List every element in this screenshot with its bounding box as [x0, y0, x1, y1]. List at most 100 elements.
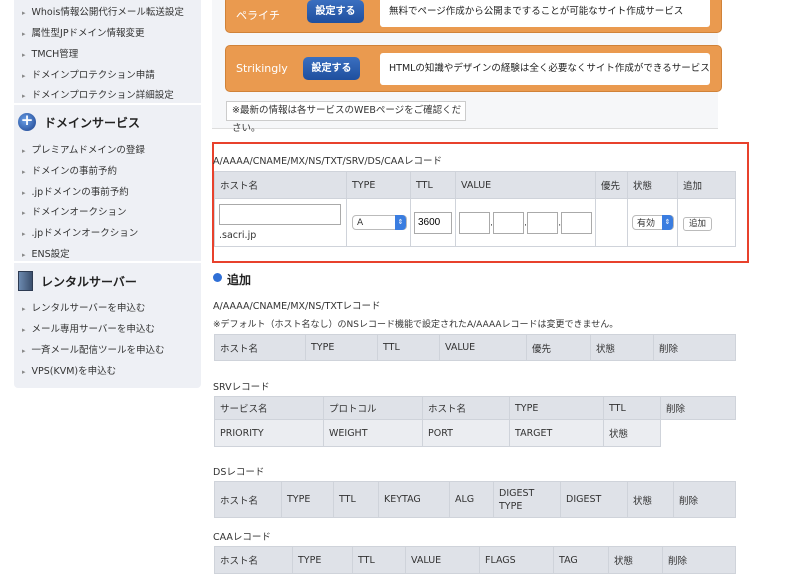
col-type: TYPE	[281, 481, 334, 518]
col-priority: 優先	[595, 171, 628, 199]
caa-records-table: ホスト名 TYPE TTL VALUE FLAGS TAG 状態 削除	[214, 546, 736, 574]
srv-records-title: SRVレコード	[213, 382, 270, 393]
col-host: ホスト名	[422, 396, 510, 420]
add-button[interactable]: 追加	[683, 216, 713, 231]
a-records-title: A/AAAA/CNAME/MX/NS/TXTレコード	[213, 301, 381, 312]
sidebar-item-jp-attr-change[interactable]: 属性型JPドメイン情報変更	[22, 25, 145, 39]
section-domain-service: ドメインサービス	[18, 111, 141, 131]
col-type: TYPE	[509, 396, 604, 420]
status-value: 有効	[637, 219, 656, 229]
section-rental-server: レンタルサーバー	[18, 271, 137, 291]
col-delete: 削除	[660, 396, 736, 420]
col-ttl: TTL	[377, 334, 440, 361]
col-ttl: TTL	[603, 396, 661, 420]
records-heading: 追加	[227, 273, 252, 287]
col-value: VALUE	[439, 334, 527, 361]
service-name: ペライチ	[236, 9, 280, 22]
section-title: ドメインサービス	[44, 115, 141, 130]
service-description: 無料でページ作成から公開まですることが可能なサイト作成サービス	[380, 0, 710, 27]
sidebar-item-jp-auction[interactable]: .jpドメインオークション	[22, 225, 139, 239]
col-status: 状態	[608, 546, 663, 574]
type-select[interactable]: A ⇕	[352, 215, 407, 230]
col-delete: 削除	[653, 334, 736, 361]
sidebar-item-premium[interactable]: プレミアムドメインの登録	[22, 142, 145, 156]
sidebar: Whois情報公開代行メール転送設定 属性型JPドメイン情報変更 TMCH管理 …	[14, 0, 201, 388]
divider	[14, 103, 201, 105]
a-records-note: ※デフォルト（ホスト名なし）のNSレコード機能で設定されたA/AAAAレコードは…	[213, 320, 619, 330]
col-delete: 削除	[662, 546, 736, 574]
col-flags: FLAGS	[479, 546, 554, 574]
col-tag: TAG	[553, 546, 609, 574]
sidebar-item-whois-forward[interactable]: Whois情報公開代行メール転送設定	[22, 4, 184, 18]
a-records-table: ホスト名 TYPE TTL VALUE 優先 状態 削除	[214, 334, 736, 361]
col-type: TYPE	[292, 546, 353, 574]
sidebar-item-rental-server[interactable]: レンタルサーバーを申込む	[22, 300, 146, 314]
ip-part-3[interactable]	[527, 211, 559, 234]
priority-cell	[595, 198, 628, 247]
caa-records-title: CAAレコード	[213, 532, 271, 543]
chevron-updown-icon: ⇕	[395, 215, 406, 230]
add-form-title: A/AAAA/CNAME/MX/NS/TXT/SRV/DS/CAAレコード	[213, 156, 442, 167]
service-name: Strikingly	[236, 62, 288, 75]
sidebar-item-protection-detail[interactable]: ドメインプロテクション詳細設定	[22, 87, 174, 101]
server-icon	[18, 271, 33, 291]
sidebar-item-auction[interactable]: ドメインオークション	[22, 204, 127, 218]
ttl-input[interactable]	[414, 211, 452, 234]
col-add: 追加	[677, 171, 736, 199]
sidebar-item-ens[interactable]: ENS設定	[22, 246, 70, 260]
service-peraichi: ペライチ 設定する 無料でページ作成から公開まですることが可能なサイト作成サービ…	[225, 0, 722, 33]
col-status: 状態	[627, 481, 674, 518]
sidebar-item-mail-server[interactable]: メール専用サーバーを申込む	[22, 321, 155, 335]
srv-records-table: サービス名 プロトコル ホスト名 TYPE TTL 削除 PRIORITY WE…	[214, 396, 736, 447]
chevron-updown-icon: ⇕	[662, 215, 673, 230]
col-target: TARGET	[509, 419, 604, 447]
col-ttl: TTL	[410, 171, 456, 199]
ip-part-1[interactable]	[459, 211, 490, 234]
col-host: ホスト名	[214, 546, 293, 574]
col-port: PORT	[422, 419, 510, 447]
col-protocol: プロトコル	[323, 396, 423, 420]
col-host: ホスト名	[214, 171, 347, 199]
ds-records-title: DSレコード	[213, 467, 265, 478]
col-service: サービス名	[214, 396, 324, 420]
sidebar-item-preorder[interactable]: ドメインの事前予約	[22, 163, 118, 177]
col-type: TYPE	[305, 334, 378, 361]
col-digest: DIGEST	[560, 481, 628, 518]
col-ttl: TTL	[333, 481, 379, 518]
divider	[14, 261, 201, 263]
sidebar-item-protection-apply[interactable]: ドメインプロテクション申請	[22, 67, 155, 81]
notice-text: ※最新の情報は各サービスのWEBページをご確認ください。	[226, 101, 466, 134]
bullet-icon	[213, 273, 222, 282]
empty-cell	[660, 419, 736, 447]
sidebar-item-tmch[interactable]: TMCH管理	[22, 46, 79, 60]
service-strikingly: Strikingly 設定する HTMLの知識やデザインの経験は全く必要なくサイ…	[225, 45, 722, 92]
strikingly-setup-button[interactable]: 設定する	[303, 57, 360, 80]
col-value: VALUE	[455, 171, 596, 199]
sidebar-item-jp-preorder[interactable]: .jpドメインの事前予約	[22, 184, 129, 198]
col-ttl: TTL	[352, 546, 406, 574]
peraichi-setup-button[interactable]: 設定する	[307, 0, 364, 23]
col-host: ホスト名	[214, 334, 306, 361]
status-select[interactable]: 有効 ⇕	[632, 215, 674, 230]
col-priority: PRIORITY	[214, 419, 324, 447]
add-record-form: ホスト名 TYPE TTL VALUE 優先 状態 追加 .sacri.jp A…	[214, 171, 736, 247]
col-value: VALUE	[405, 546, 480, 574]
col-delete: 削除	[673, 481, 736, 518]
host-input[interactable]	[219, 204, 341, 225]
ip-part-2[interactable]	[493, 211, 525, 234]
col-priority: 優先	[526, 334, 591, 361]
col-type: TYPE	[346, 171, 411, 199]
section-title: レンタルサーバー	[41, 274, 137, 289]
sidebar-item-vps[interactable]: VPS(KVM)を申込む	[22, 363, 117, 377]
col-status: 状態	[603, 419, 661, 447]
col-alg: ALG	[449, 481, 494, 518]
globe-plus-icon	[18, 111, 36, 131]
col-digest-type: DIGEST TYPE	[493, 481, 561, 518]
col-keytag: KEYTAG	[378, 481, 450, 518]
service-description: HTMLの知識やデザインの経験は全く必要なくサイト作成ができるサービス	[380, 53, 710, 85]
col-status: 状態	[627, 171, 678, 199]
col-status: 状態	[590, 334, 654, 361]
sidebar-item-bulk-mail[interactable]: 一斉メール配信ツールを申込む	[22, 342, 165, 356]
ip-part-4[interactable]	[561, 211, 593, 234]
col-host: ホスト名	[214, 481, 282, 518]
